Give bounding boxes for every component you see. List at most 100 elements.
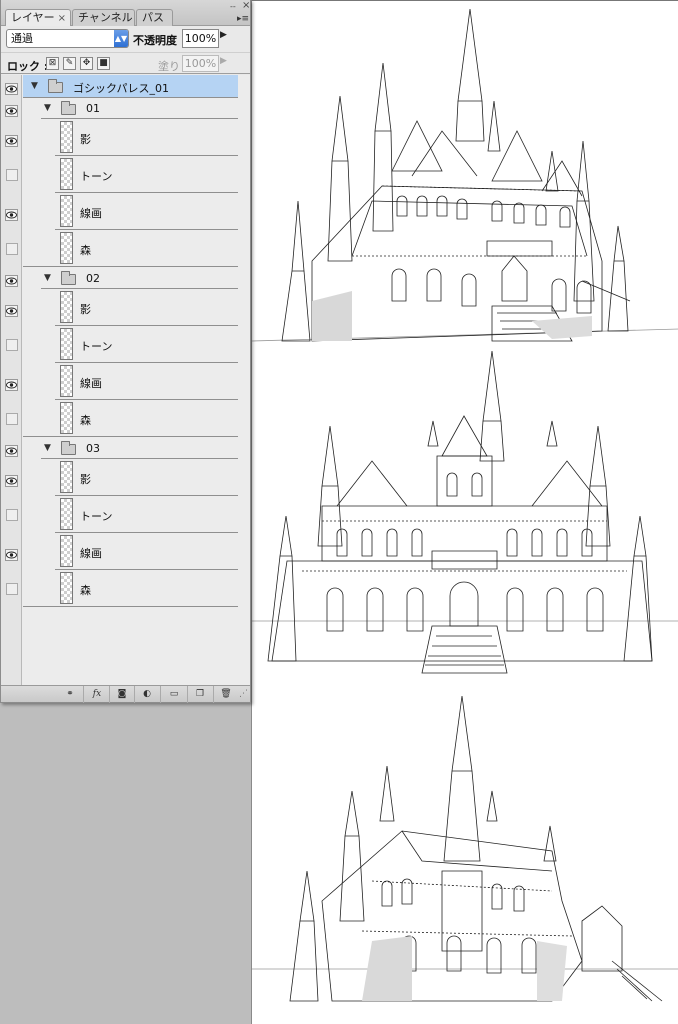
visibility-eye-icon[interactable] bbox=[5, 472, 18, 487]
resize-grip-icon[interactable]: ⋰ bbox=[239, 689, 248, 699]
tab-layers[interactable]: レイヤー × bbox=[5, 9, 71, 26]
trash-icon[interactable]: 🗑 bbox=[219, 688, 233, 700]
layer-thumbnail bbox=[60, 328, 73, 360]
blend-mode-select[interactable]: 通過 ▲▼ bbox=[6, 29, 129, 48]
panel-minimize-icon[interactable]: -- bbox=[230, 2, 236, 11]
layer-row[interactable]: 森 bbox=[1, 230, 238, 267]
folder-icon bbox=[61, 441, 76, 455]
document-canvas[interactable] bbox=[251, 0, 678, 1024]
visibility-toggle-off[interactable] bbox=[6, 583, 18, 595]
layer-group-row[interactable]: ▼ 02 bbox=[1, 267, 238, 289]
layer-thumbnail bbox=[60, 291, 73, 323]
layer-name: 森 bbox=[80, 584, 91, 597]
visibility-eye-icon[interactable] bbox=[5, 102, 18, 117]
opacity-input[interactable]: 100% bbox=[182, 29, 219, 48]
visibility-eye-icon[interactable] bbox=[5, 302, 18, 317]
layer-row[interactable]: 森 bbox=[1, 570, 238, 607]
tab-channels[interactable]: チャンネル bbox=[72, 9, 135, 26]
layer-group-name: 03 bbox=[86, 442, 100, 455]
adjustment-layer-icon[interactable]: ◐ bbox=[140, 688, 154, 700]
visibility-eye-icon[interactable] bbox=[5, 376, 18, 391]
layer-group-name: 01 bbox=[86, 102, 100, 115]
opacity-label: 不透明度 : bbox=[133, 34, 186, 47]
layer-thumbnail bbox=[60, 158, 73, 190]
visibility-toggle-off[interactable] bbox=[6, 413, 18, 425]
footer-divider bbox=[213, 686, 214, 703]
visibility-toggle-off[interactable] bbox=[6, 169, 18, 181]
fill-slider-arrow-icon[interactable]: ▶ bbox=[220, 56, 227, 66]
footer-divider bbox=[187, 686, 188, 703]
palace-view-2 bbox=[252, 350, 678, 674]
layer-thumbnail bbox=[60, 195, 73, 227]
visibility-toggle-off[interactable] bbox=[6, 339, 18, 351]
layer-name: 影 bbox=[80, 133, 91, 146]
lock-transparency-icon[interactable]: ⊠ bbox=[46, 57, 59, 70]
layer-thumbnail bbox=[60, 498, 73, 530]
visibility-eye-icon[interactable] bbox=[5, 546, 18, 561]
tab-channels-label: チャンネル bbox=[78, 11, 133, 24]
blend-row: 通過 ▲▼ 不透明度 : 100% ▶ bbox=[1, 26, 250, 52]
fx-icon[interactable]: fx bbox=[90, 688, 104, 700]
panel-menu-icon[interactable]: ▸≡ bbox=[237, 14, 249, 24]
footer-divider bbox=[160, 686, 161, 703]
layer-name: 森 bbox=[80, 244, 91, 257]
layer-name: トーン bbox=[80, 340, 113, 353]
blend-mode-value: 通過 bbox=[11, 32, 33, 45]
lock-image-icon[interactable]: ✎ bbox=[63, 57, 76, 70]
visibility-toggle-off[interactable] bbox=[6, 509, 18, 521]
layer-row[interactable]: トーン bbox=[1, 496, 238, 533]
expand-triangle-icon[interactable]: ▼ bbox=[31, 81, 38, 91]
layer-row[interactable]: 線画 bbox=[1, 193, 238, 230]
layer-row[interactable]: トーン bbox=[1, 156, 238, 193]
layer-row[interactable]: 影 bbox=[1, 459, 238, 496]
opacity-slider-arrow-icon[interactable]: ▶ bbox=[220, 30, 230, 47]
tab-paths[interactable]: パス bbox=[136, 9, 173, 26]
lock-position-icon[interactable]: ✥ bbox=[80, 57, 93, 70]
layer-thumbnail bbox=[60, 461, 73, 493]
layer-thumbnail bbox=[60, 232, 73, 264]
new-layer-icon[interactable]: ❐ bbox=[193, 688, 207, 700]
layer-name: トーン bbox=[80, 170, 113, 183]
visibility-eye-icon[interactable] bbox=[5, 206, 18, 221]
layer-row[interactable]: 影 bbox=[1, 119, 238, 156]
layer-row[interactable]: 線画 bbox=[1, 533, 238, 570]
layer-group-row[interactable]: ▼ 01 bbox=[1, 97, 238, 119]
expand-triangle-icon[interactable]: ▼ bbox=[44, 103, 51, 113]
expand-triangle-icon[interactable]: ▼ bbox=[44, 273, 51, 283]
visibility-eye-icon[interactable] bbox=[5, 272, 18, 287]
layer-thumbnail bbox=[60, 365, 73, 397]
layer-row[interactable]: 影 bbox=[1, 289, 238, 326]
layer-group-name: 02 bbox=[86, 272, 100, 285]
gothic-palace-illustrations bbox=[252, 8, 678, 1002]
tab-close-icon[interactable]: × bbox=[58, 13, 66, 24]
visibility-eye-icon[interactable] bbox=[5, 132, 18, 147]
layer-row[interactable]: 線画 bbox=[1, 363, 238, 400]
panel-close-icon[interactable]: × bbox=[242, 0, 250, 11]
lock-all-icon[interactable]: ■ bbox=[97, 57, 110, 70]
select-arrows-icon: ▲▼ bbox=[114, 30, 128, 47]
expand-triangle-icon[interactable]: ▼ bbox=[44, 443, 51, 453]
footer-divider bbox=[134, 686, 135, 703]
visibility-eye-icon[interactable] bbox=[5, 80, 18, 95]
layer-mask-icon[interactable]: ◙ bbox=[115, 688, 129, 700]
layer-name: 線画 bbox=[80, 377, 102, 390]
layer-thumbnail bbox=[60, 402, 73, 434]
footer-divider bbox=[109, 686, 110, 703]
visibility-toggle-off[interactable] bbox=[6, 243, 18, 255]
layer-name: 影 bbox=[80, 303, 91, 316]
layer-group-row-selected[interactable]: ▼ ゴシックパレス_01 bbox=[5, 75, 238, 97]
link-layers-icon[interactable]: ⚭ bbox=[63, 688, 77, 700]
new-group-icon[interactable]: ▭ bbox=[167, 688, 181, 700]
layer-row[interactable]: 森 bbox=[1, 400, 238, 437]
layer-row[interactable]: トーン bbox=[1, 326, 238, 363]
tab-layers-label: レイヤー bbox=[11, 11, 55, 24]
layer-name: 森 bbox=[80, 414, 91, 427]
palace-view-3 bbox=[252, 695, 678, 1002]
layer-name: 線画 bbox=[80, 547, 102, 560]
visibility-eye-icon[interactable] bbox=[5, 442, 18, 457]
fill-input[interactable]: 100% bbox=[182, 55, 219, 72]
layer-thumbnail bbox=[60, 572, 73, 604]
layer-thumbnail bbox=[60, 121, 73, 153]
layer-group-row[interactable]: ▼ 03 bbox=[1, 437, 238, 459]
panel-footer: ⚭ fx ◙ ◐ ▭ ❐ 🗑 bbox=[1, 685, 250, 703]
